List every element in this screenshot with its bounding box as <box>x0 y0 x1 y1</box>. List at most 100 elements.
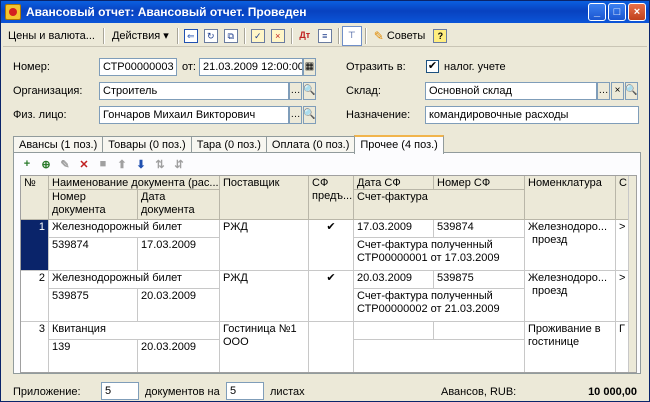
table-cell-nomenclature[interactable]: Проживание в гостинице <box>525 322 616 372</box>
organization-label: Организация: <box>13 85 83 97</box>
column-header-invoice[interactable]: Счет-фактура <box>354 190 525 220</box>
minimize-button[interactable]: _ <box>588 3 606 21</box>
table-cell-sf-check[interactable] <box>309 322 354 372</box>
table-cell-docnum[interactable]: 539875 <box>49 289 138 322</box>
table-cell-sf-check[interactable]: ✔ <box>309 220 354 271</box>
report-icon[interactable]: ≡ <box>315 26 335 46</box>
table-row-number[interactable]: 3 <box>21 322 49 372</box>
table-cell-supplier[interactable]: РЖД <box>220 220 309 271</box>
sort-descending-icon[interactable]: ⇵ <box>170 155 188 173</box>
move-down-icon[interactable]: ⬇ <box>132 155 150 173</box>
tab-other[interactable]: Прочее (4 поз.) <box>354 135 444 154</box>
table-cell-docname[interactable]: Железнодорожный билет <box>49 271 220 289</box>
number-field[interactable]: СТР00000003 <box>99 58 177 76</box>
select-ellipsis-icon[interactable]: … <box>597 82 610 100</box>
prices-button[interactable]: Цены и валюта... <box>3 26 100 46</box>
advice-label: Советы <box>386 29 426 42</box>
table-cell-supplier[interactable]: Гостиница №1 ООО <box>220 322 309 372</box>
column-header-docdate[interactable]: Дата документа <box>138 190 220 220</box>
delete-row-icon[interactable]: ✕ <box>75 155 93 173</box>
table-cell-docname[interactable]: Квитанция <box>49 322 220 340</box>
column-header-supplier[interactable]: Поставщик <box>220 176 309 220</box>
table-cell-sfnum[interactable]: 539875 <box>434 271 525 289</box>
table-row-number[interactable]: 1 <box>21 220 49 271</box>
help-button[interactable]: ? <box>430 26 450 46</box>
unpost-document-icon[interactable]: × <box>268 26 288 46</box>
actions-menu[interactable]: Действия ▾ <box>107 26 174 46</box>
table-cell-sf-check[interactable]: ✔ <box>309 271 354 322</box>
clear-icon[interactable]: × <box>611 82 624 100</box>
table-cell-docname[interactable]: Железнодорожный билет <box>49 220 220 238</box>
structure-icon[interactable]: ⊤ <box>341 25 362 46</box>
organization-field[interactable]: Строитель <box>99 82 289 100</box>
table-cell-invoice[interactable]: Счет-фактура полученный СТР00000001 от 1… <box>354 238 525 271</box>
table-cell-docnum[interactable]: 139 <box>49 340 138 372</box>
table-cell-sfnum[interactable] <box>434 322 525 340</box>
table-cell-supplier[interactable]: РЖД <box>220 271 309 322</box>
tab-advances[interactable]: Авансы (1 поз.) <box>13 136 104 153</box>
toolbar-separator <box>243 27 245 44</box>
table-cell-docnum[interactable]: 539874 <box>49 238 138 271</box>
tab-containers[interactable]: Тара (0 поз.) <box>190 136 267 153</box>
table-cell-sfdate[interactable]: 20.03.2009 <box>354 271 434 289</box>
attachment-sheets-field[interactable]: 5 <box>226 382 264 400</box>
copy-row-icon[interactable]: ⊕ <box>37 155 55 173</box>
sheets-label: листах <box>270 386 305 398</box>
vertical-scrollbar[interactable] <box>628 176 636 372</box>
table-cell-sfdate[interactable] <box>354 322 434 340</box>
tax-accounting-checkbox[interactable]: ✔ <box>426 60 439 73</box>
refresh-icon[interactable]: ↻ <box>201 26 221 46</box>
column-header-sfdate[interactable]: Дата СФ <box>354 176 434 190</box>
table-cell-docdate[interactable]: 20.03.2009 <box>138 289 220 322</box>
attachment-label: Приложение: <box>13 386 81 398</box>
tab-goods[interactable]: Товары (0 поз.) <box>102 136 192 153</box>
table-cell-nomenclature[interactable]: Железнодоро... проезд <box>525 271 616 322</box>
maximize-button[interactable]: □ <box>608 3 626 21</box>
table-toolbar: + ⊕ ✎ ✕ ■ ⬆ ⬇ ⇅ ⇵ <box>18 155 188 173</box>
warehouse-field[interactable]: Основной склад <box>425 82 597 100</box>
docs-on-label: документов на <box>145 386 220 398</box>
dt-kt-icon[interactable]: Дт <box>295 26 315 46</box>
copy-icon[interactable]: ⧉ <box>221 26 241 46</box>
purpose-field[interactable]: командировочные расходы <box>425 106 639 124</box>
table-cell-invoice[interactable]: Счет-фактура полученный СТР00000002 от 2… <box>354 289 525 322</box>
actions-label: Действия <box>111 29 161 42</box>
add-row-icon[interactable]: + <box>18 155 36 173</box>
column-header-docname[interactable]: Наименование документа (рас... <box>49 176 220 190</box>
table-cell-docdate[interactable]: 20.03.2009 <box>138 340 220 372</box>
table-row-number[interactable]: 2 <box>21 271 49 322</box>
column-header-nomenclature[interactable]: Номенклатура <box>525 176 616 220</box>
nomenclature-line: проезд <box>532 285 568 297</box>
calendar-icon[interactable]: ▦ <box>303 58 316 76</box>
table-cell-docdate[interactable]: 17.03.2009 <box>138 238 220 271</box>
close-button[interactable]: × <box>628 3 646 21</box>
nomenclature-line: Проживание в <box>528 323 601 335</box>
column-header-sf[interactable]: СФ предъ... <box>309 176 354 220</box>
invoice-line: Счет-фактура полученный <box>357 239 493 251</box>
open-icon[interactable]: 🔍 <box>303 106 316 124</box>
date-field[interactable]: 21.03.2009 12:00:00 <box>199 58 303 76</box>
select-ellipsis-icon[interactable]: … <box>289 82 302 100</box>
advice-button[interactable]: ✎ Советы <box>369 26 431 46</box>
end-edit-icon[interactable]: ■ <box>94 155 112 173</box>
column-header-sfnum[interactable]: Номер СФ <box>434 176 525 190</box>
table-cell-sfnum[interactable]: 539874 <box>434 220 525 238</box>
table-cell-nomenclature[interactable]: Железнодоро... проезд <box>525 220 616 271</box>
tab-payment[interactable]: Оплата (0 поз.) <box>265 136 356 153</box>
documents-table[interactable]: № Наименование документа (рас... Номер д… <box>20 175 637 373</box>
from-label: от: <box>182 61 196 73</box>
move-up-icon[interactable]: ⬆ <box>113 155 131 173</box>
post-document-icon[interactable]: ✓ <box>248 26 268 46</box>
open-icon[interactable]: 🔍 <box>303 82 316 100</box>
edit-row-icon[interactable]: ✎ <box>56 155 74 173</box>
attachment-docs-field[interactable]: 5 <box>101 382 139 400</box>
column-header-number[interactable]: № <box>21 176 49 220</box>
person-field[interactable]: Гончаров Михаил Викторович <box>99 106 289 124</box>
open-icon[interactable]: 🔍 <box>625 82 638 100</box>
sort-ascending-icon[interactable]: ⇅ <box>151 155 169 173</box>
select-ellipsis-icon[interactable]: … <box>289 106 302 124</box>
table-cell-invoice[interactable] <box>354 340 525 372</box>
table-cell-sfdate[interactable]: 17.03.2009 <box>354 220 434 238</box>
move-icon[interactable]: ⇐ <box>181 26 201 46</box>
column-header-docnum[interactable]: Номер документа <box>49 190 138 220</box>
